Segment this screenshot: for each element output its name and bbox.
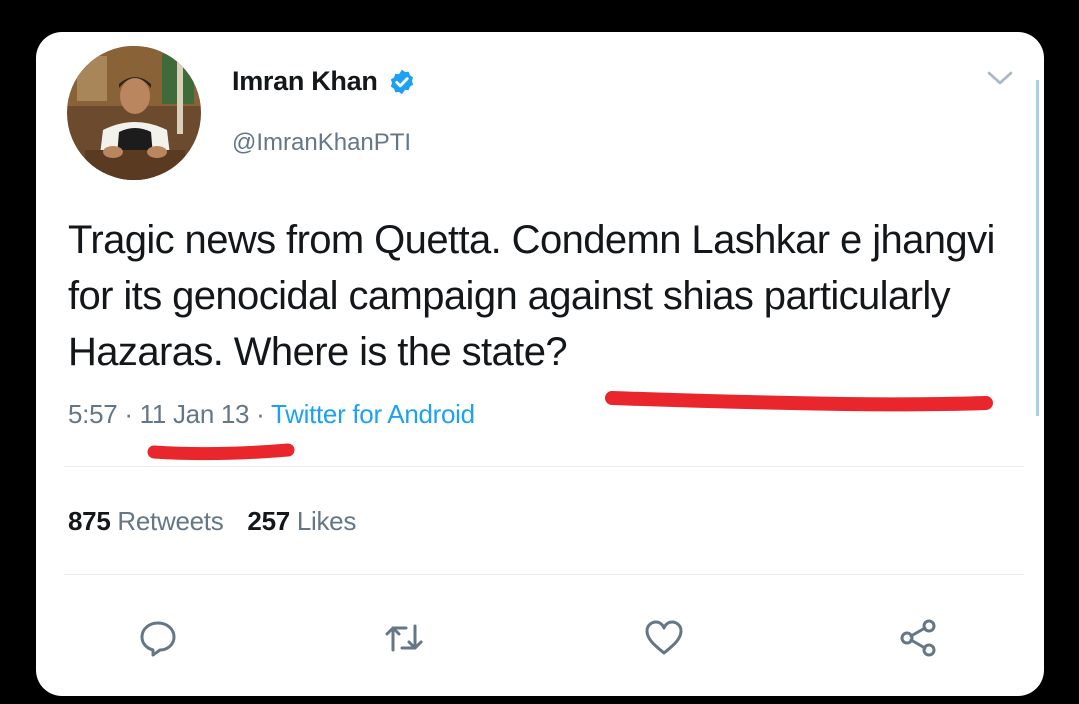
tweet-date[interactable]: 11 Jan 13 <box>140 399 250 429</box>
tweet-meta: 5:57 · 11 Jan 13 · Twitter for Android <box>68 399 475 430</box>
retweet-icon <box>385 624 423 652</box>
red-underline-mark <box>147 443 295 461</box>
divider <box>64 466 1024 467</box>
author-name[interactable]: Imran Khan <box>232 66 378 97</box>
retweets-stat[interactable]: 875 Retweets <box>68 506 224 536</box>
heart-icon <box>645 620 683 655</box>
retweets-label: Retweets <box>117 506 224 536</box>
tweet-time: 5:57 <box>68 399 118 429</box>
reply-icon <box>140 621 176 657</box>
author-row: Imran Khan <box>232 66 416 97</box>
likes-count: 257 <box>247 506 290 536</box>
retweets-count: 875 <box>68 506 111 536</box>
tweet-card: Imran Khan @ImranKhanPTI Tragic news fro… <box>36 32 1044 696</box>
likes-stat[interactable]: 257 Likes <box>247 506 356 536</box>
meta-separator: · <box>256 399 265 429</box>
scroll-indicator <box>1036 80 1039 416</box>
author-handle[interactable]: @ImranKhanPTI <box>232 129 411 157</box>
share-button[interactable] <box>896 616 940 660</box>
avatar-image <box>67 46 201 180</box>
tweet-stats: 875 Retweets 257 Likes <box>68 506 356 537</box>
tweet-text: Tragic news from Quetta. Condemn Lashkar… <box>68 218 995 374</box>
screenshot: { "tweet": { "author_name": "Imran Khan"… <box>0 0 1079 704</box>
likes-label: Likes <box>296 506 357 536</box>
reply-button[interactable] <box>136 616 180 660</box>
chevron-down-icon[interactable] <box>986 68 1014 88</box>
avatar[interactable] <box>67 46 201 180</box>
verified-badge-icon <box>390 69 413 94</box>
divider <box>64 574 1024 575</box>
meta-separator: · <box>124 399 133 429</box>
like-button[interactable] <box>642 616 686 660</box>
retweet-button[interactable] <box>382 616 426 660</box>
share-icon <box>900 619 936 657</box>
tweet-source[interactable]: Twitter for Android <box>271 399 475 429</box>
red-underline-mark <box>605 391 993 412</box>
